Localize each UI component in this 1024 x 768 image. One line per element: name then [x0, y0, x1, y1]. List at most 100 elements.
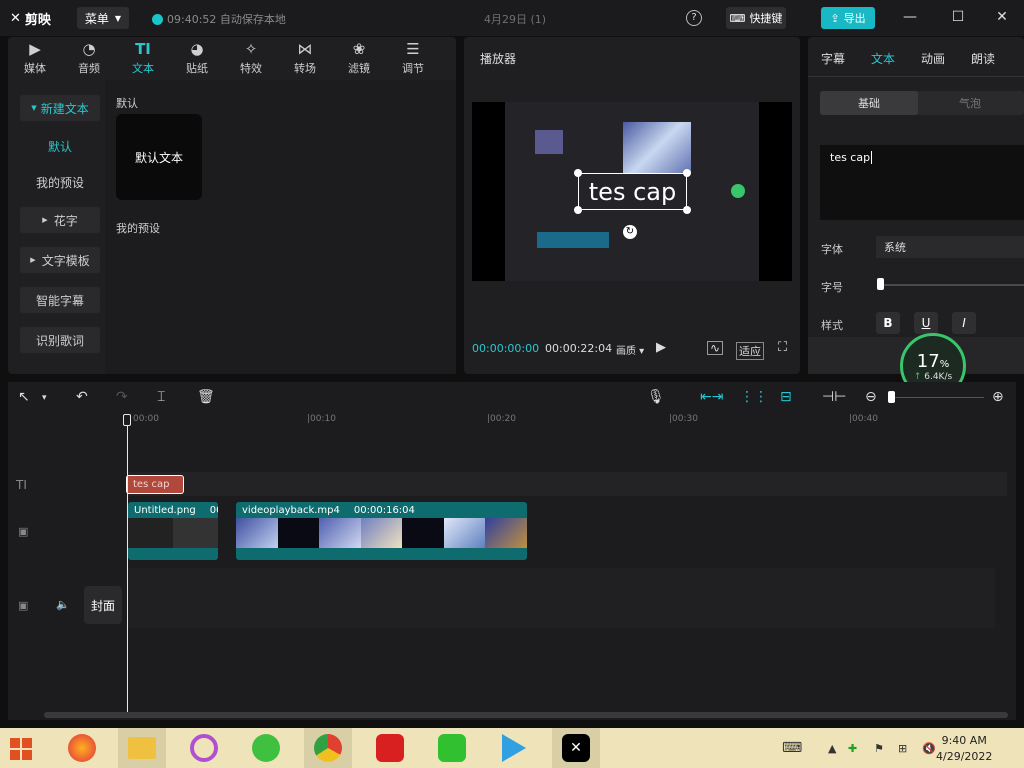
- split-icon[interactable]: ⌶: [157, 389, 165, 405]
- video-clip[interactable]: videoplayback.mp4 00:00:16:04: [236, 502, 527, 560]
- microphone-icon[interactable]: 🎙: [647, 389, 665, 405]
- tray-chevron-up-icon[interactable]: ▲: [828, 742, 836, 755]
- zoom-in-icon[interactable]: ⊕: [992, 389, 1004, 405]
- shortcut-button[interactable]: ⌨ 快捷键: [726, 7, 786, 29]
- link-main-track-icon[interactable]: ⇤⇥: [700, 389, 723, 405]
- tab-animation[interactable]: 动画: [921, 50, 945, 67]
- sidebar-item-new-text[interactable]: ▼ 新建文本: [20, 95, 100, 121]
- sidebar-item-fancy-text[interactable]: ▶ 花字: [20, 207, 100, 233]
- sidebar-item-smart-caption[interactable]: 智能字幕: [20, 287, 100, 313]
- tray-network-icon[interactable]: ⊞: [898, 742, 907, 755]
- play-icon[interactable]: ▶: [656, 340, 666, 355]
- resize-handle[interactable]: [574, 169, 582, 177]
- tab-effects[interactable]: ✧ 特效: [224, 37, 278, 79]
- tab-read-aloud[interactable]: 朗读: [971, 50, 995, 67]
- cover-button[interactable]: 封面: [84, 586, 122, 624]
- zoom-out-icon[interactable]: ⊖: [865, 389, 877, 405]
- tab-filter[interactable]: ❀ 滤镜: [332, 37, 386, 79]
- chrome-icon[interactable]: [304, 728, 352, 768]
- tab-sticker[interactable]: ◕ 贴纸: [170, 37, 224, 79]
- fit-button[interactable]: 适应: [736, 342, 764, 360]
- maximize-icon[interactable]: ☐: [948, 9, 968, 25]
- tab-label: 滤镜: [348, 62, 370, 75]
- redo-icon[interactable]: ↷: [116, 389, 128, 405]
- sidebar-item-default[interactable]: 默认: [20, 133, 100, 159]
- tab-media[interactable]: ▶ 媒体: [8, 37, 62, 79]
- fullscreen-icon[interactable]: ⛶: [778, 340, 787, 355]
- tab-audio[interactable]: ◔ 音频: [62, 37, 116, 79]
- zoom-slider-handle[interactable]: [888, 391, 895, 403]
- netease-music-icon[interactable]: [366, 728, 414, 768]
- tab-text[interactable]: TI 文本: [116, 37, 170, 79]
- sidebar-item-my-presets[interactable]: 我的预设: [20, 169, 100, 195]
- tab-transition[interactable]: ⋈ 转场: [278, 37, 332, 79]
- sidebar-label: 新建文本: [40, 101, 89, 116]
- sidebar-label: 花字: [53, 213, 78, 228]
- caption-text-input[interactable]: tes cap: [820, 145, 1024, 220]
- underline-button[interactable]: U: [914, 312, 938, 334]
- font-select[interactable]: 系统: [876, 236, 1024, 258]
- select-cursor-icon[interactable]: ↖: [18, 389, 30, 405]
- cover-label: 封面: [90, 598, 115, 613]
- minimize-icon[interactable]: —: [900, 9, 920, 25]
- linkage-icon[interactable]: ⊟: [780, 389, 792, 405]
- style-label: 样式: [821, 319, 843, 332]
- italic-button[interactable]: I: [952, 312, 976, 334]
- undo-icon[interactable]: ↶: [76, 389, 88, 405]
- chevron-down-icon[interactable]: ▾: [42, 393, 47, 403]
- file-explorer-icon[interactable]: [118, 728, 166, 768]
- menu-label: 菜单: [84, 11, 109, 26]
- resize-handle[interactable]: [574, 206, 582, 214]
- delete-icon[interactable]: 🗑: [197, 389, 215, 405]
- snap-icon[interactable]: ⋮⋮: [740, 389, 768, 405]
- default-text-card[interactable]: 默认文本: [116, 114, 202, 200]
- timeline-scrollbar[interactable]: [44, 712, 1008, 718]
- help-icon[interactable]: ?: [686, 10, 702, 26]
- rotate-icon[interactable]: ↻: [623, 225, 637, 239]
- export-button[interactable]: ⇪ 导出: [821, 7, 875, 29]
- keyboard-tray-icon[interactable]: ⌨: [782, 740, 802, 756]
- sidebar-item-text-template[interactable]: ▶ 文字模板: [20, 247, 100, 273]
- tab-label: 调节: [402, 62, 424, 75]
- size-slider-handle[interactable]: [877, 278, 884, 290]
- app-purple-icon[interactable]: [180, 728, 228, 768]
- resize-handle[interactable]: [683, 206, 691, 214]
- ruler-tick: |00:20: [487, 414, 516, 424]
- tab-text-props[interactable]: 文本: [871, 50, 895, 67]
- app-green-icon[interactable]: [242, 728, 290, 768]
- preview-thumb: [535, 130, 563, 154]
- segment-basic[interactable]: 基础: [820, 91, 918, 115]
- export-label: 导出: [843, 12, 866, 25]
- time-ruler[interactable]: 00:00 |00:10 |00:20 |00:30 |00:40: [127, 414, 1007, 428]
- tray-volume-icon[interactable]: 🔇: [922, 742, 936, 755]
- caption-overlay[interactable]: tes cap: [574, 169, 691, 214]
- preview-axis-icon[interactable]: ⊣⊢: [822, 389, 846, 405]
- close-icon[interactable]: ✕: [992, 9, 1012, 25]
- waveform-icon[interactable]: ∿: [707, 341, 724, 355]
- playhead-handle[interactable]: [123, 414, 131, 426]
- speaker-icon[interactable]: 🔈: [56, 598, 70, 611]
- capcut-taskbar-icon[interactable]: ✕: [552, 728, 600, 768]
- windows-start-icon[interactable]: [10, 738, 32, 760]
- size-slider[interactable]: [880, 284, 1024, 286]
- tray-security-icon[interactable]: ✚: [848, 742, 857, 755]
- iqiyi-icon[interactable]: [428, 728, 476, 768]
- tray-flag-icon[interactable]: ⚑: [874, 742, 884, 755]
- firefox-icon[interactable]: [58, 728, 106, 768]
- caption-clip[interactable]: tes cap: [126, 475, 184, 494]
- segment-bubble[interactable]: 气泡: [920, 91, 1020, 115]
- clock-time: 9:40 AM: [941, 734, 987, 747]
- bold-button[interactable]: B: [876, 312, 900, 334]
- resize-handle[interactable]: [683, 169, 691, 177]
- tab-subtitle[interactable]: 字幕: [821, 50, 845, 67]
- taskbar-clock[interactable]: 9:40 AM 4/29/2022: [936, 733, 992, 765]
- video-player-icon[interactable]: [490, 728, 538, 768]
- quality-dropdown[interactable]: 画质 ▾: [616, 342, 644, 357]
- zoom-slider[interactable]: [888, 397, 984, 398]
- video-track-icon: ▣: [18, 525, 29, 538]
- sidebar-item-lyrics[interactable]: 识别歌词: [20, 327, 100, 353]
- playhead[interactable]: [127, 414, 128, 714]
- tab-adjust[interactable]: ☰ 调节: [386, 37, 440, 79]
- image-clip[interactable]: Untitled.png 00: [128, 502, 218, 560]
- menu-button[interactable]: 菜单 ▼: [77, 7, 129, 29]
